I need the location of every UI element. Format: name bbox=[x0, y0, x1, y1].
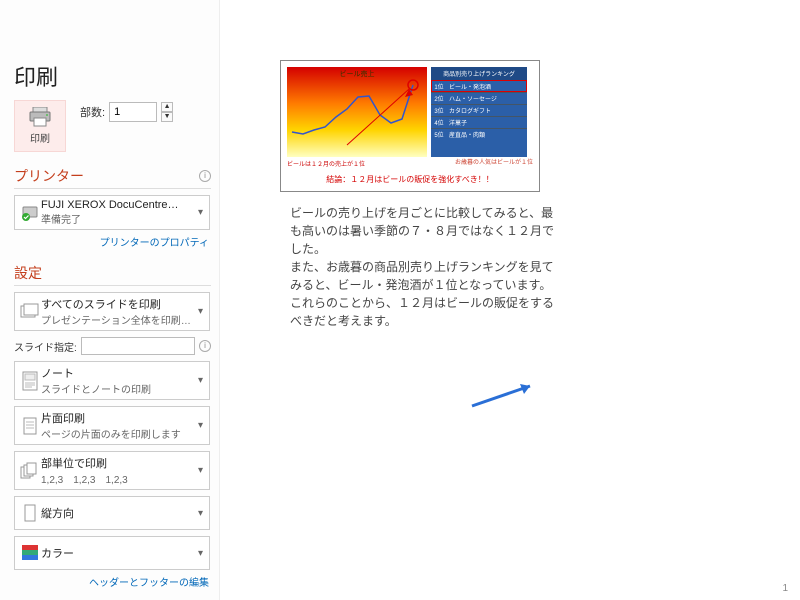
slide-spec-input[interactable] bbox=[81, 337, 195, 355]
color-icon bbox=[19, 544, 41, 562]
chevron-down-icon: ▾ bbox=[196, 207, 205, 218]
portrait-icon bbox=[19, 503, 41, 523]
collate-icon bbox=[19, 462, 41, 480]
ranking-row: 3位カタログギフト bbox=[431, 104, 527, 116]
info-icon[interactable]: i bbox=[199, 340, 211, 352]
printer-heading: プリンター bbox=[14, 166, 84, 186]
setting-sub: スライドとノートの印刷 bbox=[41, 381, 196, 396]
copies-label: 部数: bbox=[80, 104, 105, 120]
preview-chart-box: ビール売上 商品別売り上げランキング 1位ビール・発泡酒2位ハム・ソーセージ3位… bbox=[280, 60, 540, 192]
printer-status: 準備完了 bbox=[41, 211, 196, 226]
setting-label: ノート bbox=[41, 365, 196, 381]
slides-icon bbox=[19, 303, 41, 321]
chart-caption-left: ビールは１２月の売上が１位 bbox=[287, 159, 365, 168]
slide-spec-label: スライド指定: bbox=[14, 339, 77, 354]
chevron-down-icon: ▾ bbox=[196, 375, 205, 386]
chart-caption-right: お歳暮の人気はビールが１位 bbox=[455, 157, 533, 168]
printer-select[interactable]: FUJI XEROX DocuCentre… 準備完了 ▾ bbox=[14, 195, 210, 230]
copies-down[interactable]: ▼ bbox=[161, 112, 173, 122]
annotation-arrow-icon bbox=[470, 380, 540, 410]
setting-sides[interactable]: 片面印刷 ページの片面のみを印刷します ▾ bbox=[14, 406, 210, 445]
setting-label: 部単位で印刷 bbox=[41, 455, 196, 471]
settings-heading: 設定 bbox=[14, 263, 42, 283]
chevron-down-icon: ▾ bbox=[196, 420, 205, 431]
chevron-down-icon: ▾ bbox=[196, 508, 205, 519]
chevron-down-icon: ▾ bbox=[196, 465, 205, 476]
notes-icon bbox=[19, 371, 41, 391]
preview-chart: ビール売上 bbox=[287, 67, 427, 157]
printer-name: FUJI XEROX DocuCentre… bbox=[41, 199, 196, 211]
one-sided-icon bbox=[19, 416, 41, 436]
print-button-label: 印刷 bbox=[30, 130, 50, 145]
setting-label: カラー bbox=[41, 545, 196, 561]
chevron-down-icon: ▾ bbox=[196, 306, 205, 317]
page-title: 印刷 bbox=[14, 60, 211, 92]
printer-properties-link[interactable]: プリンターのプロパティ bbox=[14, 234, 209, 249]
page-number: 1 bbox=[782, 583, 788, 594]
header-footer-link[interactable]: ヘッダーとフッターの編集 bbox=[14, 574, 209, 589]
setting-label: 片面印刷 bbox=[41, 410, 196, 426]
setting-label: すべてのスライドを印刷 bbox=[41, 296, 196, 312]
chevron-down-icon: ▾ bbox=[196, 548, 205, 559]
setting-orientation[interactable]: 縦方向 ▾ bbox=[14, 496, 210, 530]
preview-notes-text: ビールの売り上げを月ごとに比較してみると、最も高いのは暑い季節の７・８月ではなく… bbox=[290, 204, 560, 330]
ranking-row: 2位ハム・ソーセージ bbox=[431, 92, 527, 104]
ranking-row: 5位産直品・肉類 bbox=[431, 128, 527, 140]
print-button[interactable]: 印刷 bbox=[14, 100, 66, 152]
chart-conclusion: 結論：１２月はビールの販促を強化すべき！！ bbox=[287, 174, 533, 185]
setting-print-range[interactable]: すべてのスライドを印刷 プレゼンテーション全体を印刷し… ▾ bbox=[14, 292, 210, 331]
copies-up[interactable]: ▲ bbox=[161, 102, 173, 112]
printer-ready-icon bbox=[19, 203, 41, 223]
ranking-row: 1位ビール・発泡酒 bbox=[431, 80, 527, 92]
ranking-table: 商品別売り上げランキング 1位ビール・発泡酒2位ハム・ソーセージ3位カタログギフ… bbox=[431, 67, 527, 157]
print-preview: ビール売上 商品別売り上げランキング 1位ビール・発泡酒2位ハム・ソーセージ3位… bbox=[220, 0, 800, 600]
info-icon[interactable]: i bbox=[199, 170, 211, 182]
ranking-row: 4位洋菓子 bbox=[431, 116, 527, 128]
setting-sub: ページの片面のみを印刷します bbox=[41, 426, 196, 441]
ranking-head: 商品別売り上げランキング bbox=[431, 67, 527, 80]
setting-sub: プレゼンテーション全体を印刷し… bbox=[41, 312, 196, 327]
printer-icon bbox=[28, 107, 52, 127]
setting-collate[interactable]: 部単位で印刷 1,2,3 1,2,3 1,2,3 ▾ bbox=[14, 451, 210, 490]
setting-sub: 1,2,3 1,2,3 1,2,3 bbox=[41, 471, 196, 486]
setting-layout[interactable]: ノート スライドとノートの印刷 ▾ bbox=[14, 361, 210, 400]
setting-label: 縦方向 bbox=[41, 505, 196, 521]
setting-color[interactable]: カラー ▾ bbox=[14, 536, 210, 570]
copies-input[interactable] bbox=[109, 102, 157, 122]
